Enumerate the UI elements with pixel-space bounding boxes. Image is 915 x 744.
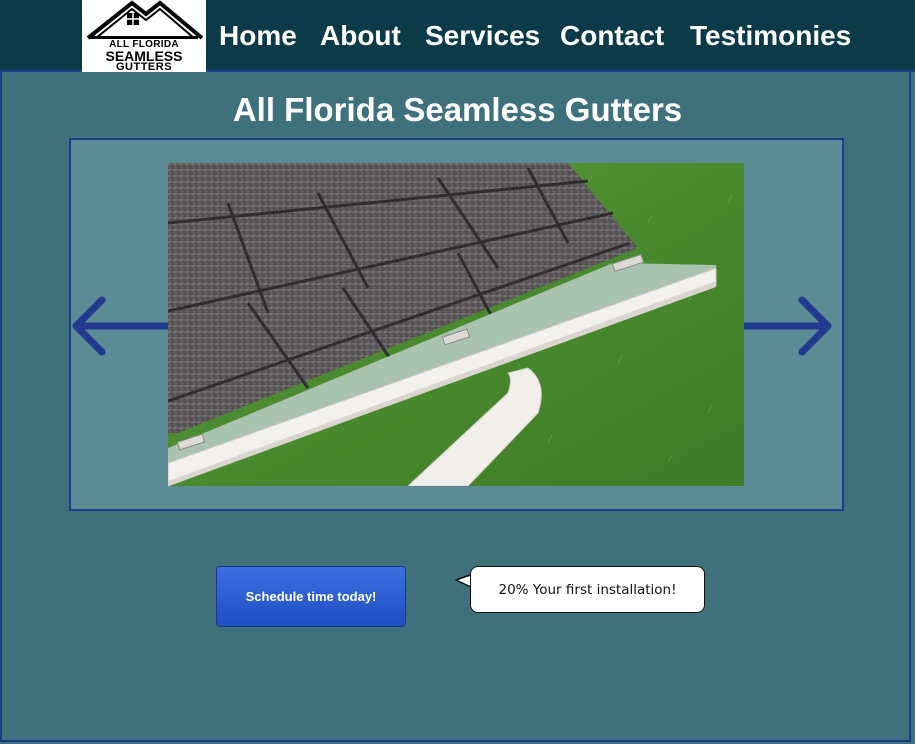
promo-text: 20% Your first installation!	[498, 581, 677, 598]
navbar: ALL FLORIDA SEAMLESS GUTTERS Home About …	[0, 0, 915, 73]
arrow-right-icon[interactable]	[744, 296, 832, 356]
arrow-left-icon[interactable]	[72, 296, 168, 356]
nav-about[interactable]: About	[320, 20, 401, 52]
logo-line-3: GUTTERS	[115, 61, 173, 73]
house-roof-icon	[86, 0, 204, 40]
carousel-slide-image	[168, 163, 744, 486]
nav-services[interactable]: Services	[425, 20, 540, 52]
nav-testimonies[interactable]: Testimonies	[690, 20, 851, 52]
nav-home[interactable]: Home	[219, 20, 297, 52]
nav-contact[interactable]: Contact	[560, 20, 664, 52]
promo-speech-bubble: 20% Your first installation!	[470, 566, 705, 613]
schedule-button[interactable]: Schedule time today!	[216, 566, 406, 627]
logo[interactable]: ALL FLORIDA SEAMLESS GUTTERS	[82, 0, 206, 73]
page-title: All Florida Seamless Gutters	[232, 91, 683, 128]
gutter-photo	[168, 163, 744, 486]
